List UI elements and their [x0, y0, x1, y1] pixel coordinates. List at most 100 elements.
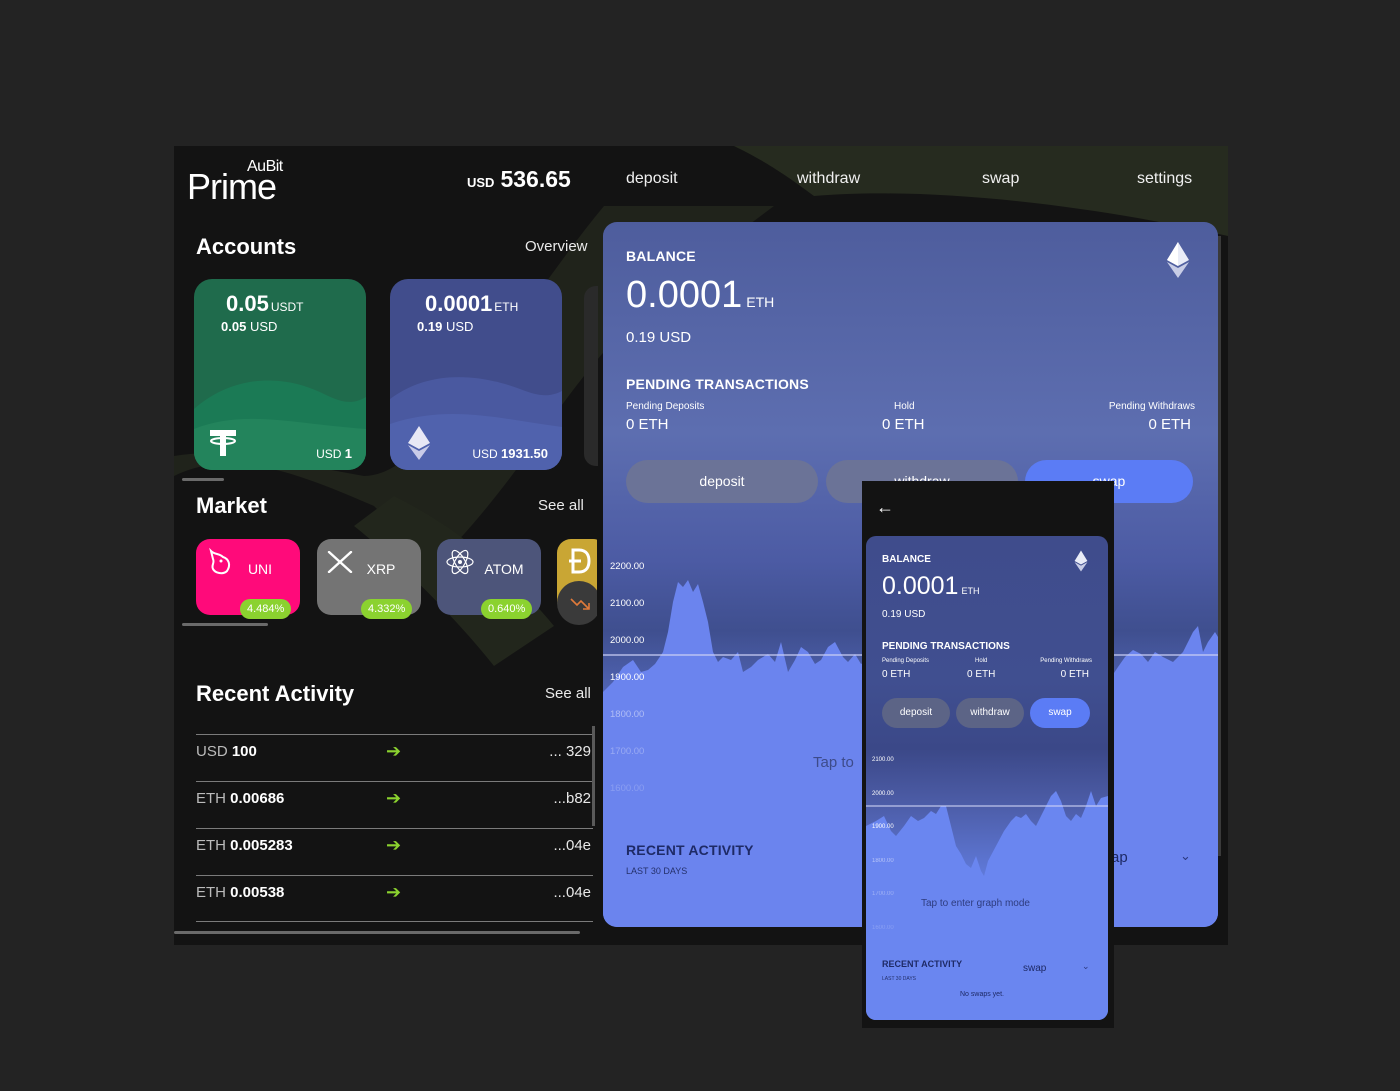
y-tick: 1600.00	[872, 924, 894, 931]
mobile-recent-activity-title: RECENT ACTIVITY	[882, 959, 963, 969]
recent-activity-subtitle: LAST 30 DAYS	[626, 866, 688, 876]
y-axis-ticks: 2200.00 2100.00 2000.00 1900.00 1800.00 …	[610, 548, 644, 807]
mobile-pending-title: PENDING TRANSACTIONS	[882, 641, 1010, 652]
mobile-recent-activity-subtitle: LAST 30 DAYS	[882, 976, 916, 982]
market-see-all-link[interactable]: See all	[538, 497, 584, 514]
mobile-empty-state: No swaps yet.	[960, 991, 1004, 998]
mobile-tap-hint: Tap to enter graph mode	[921, 898, 1030, 909]
balance-amount: 0.0001 ETH	[626, 274, 775, 316]
activity-see-all-link[interactable]: See all	[545, 685, 591, 702]
dogecoin-icon	[569, 548, 591, 574]
market-card-uni[interactable]: UNI 4.484%	[196, 539, 300, 619]
account-foot: USD 1	[316, 446, 352, 461]
unicorn-icon	[209, 547, 231, 575]
mobile-swap-button[interactable]: swap	[1030, 698, 1090, 728]
account-amount: 0.05 USDT	[226, 291, 304, 316]
market-coin-name: ATOM	[484, 561, 524, 577]
mobile-hold-label: Hold	[975, 658, 988, 664]
pending-deposits-value: 0 ETH	[626, 416, 669, 433]
y-tick: 1700.00	[610, 746, 645, 757]
pending-withdraws-label: Pending Withdraws	[1108, 401, 1195, 412]
tether-icon	[210, 430, 236, 456]
horizontal-scrollbar[interactable]	[174, 931, 580, 934]
accounts-title: Accounts	[196, 234, 297, 259]
total-currency: USD	[467, 175, 495, 190]
nav-settings[interactable]: settings	[1137, 170, 1192, 188]
ethereum-icon	[408, 426, 430, 460]
market-card-xrp[interactable]: XRP 4.332%	[317, 539, 421, 619]
chevron-down-icon[interactable]: ⌄	[1180, 848, 1191, 864]
arrow-right-icon: ➔	[386, 835, 402, 855]
arrow-right-icon: ➔	[386, 741, 402, 761]
account-card-usdt[interactable]: 0.05 USDT 0.05 USD USD 1	[194, 279, 366, 470]
activity-row[interactable]: ETH 0.00538 ➔ ...04e	[196, 875, 593, 922]
accounts-scrollbar[interactable]	[182, 478, 224, 481]
ethereum-icon	[1074, 550, 1088, 572]
mobile-pending-deposits-value: 0 ETH	[882, 669, 911, 680]
panel-scrollbar[interactable]	[1218, 236, 1221, 856]
atom-icon	[446, 549, 474, 575]
activity-row[interactable]: USD 100 ➔ ... 329	[196, 734, 593, 781]
market-change-badge: 4.332%	[361, 599, 413, 619]
account-card-peek	[584, 286, 598, 466]
account-usd: 0.05 USD	[221, 319, 278, 334]
market-change-badge: 4.484%	[240, 599, 292, 619]
chevron-down-icon[interactable]: ⌄	[1082, 961, 1090, 972]
y-tick: 2100.00	[610, 598, 645, 609]
back-arrow-icon[interactable]: ←	[876, 497, 894, 518]
mobile-screen: ← BALANCE 0.0001 ETH 0.19 USD PENDING TR…	[862, 481, 1114, 1028]
activity-row[interactable]: ETH 0.00686 ➔ ...b82	[196, 781, 593, 828]
mobile-withdraw-button[interactable]: withdraw	[956, 698, 1024, 728]
market-title: Market	[196, 493, 267, 518]
market-coin-name: XRP	[366, 561, 396, 577]
nav-swap[interactable]: swap	[982, 170, 1019, 188]
y-tick: 1900.00	[610, 672, 645, 683]
market-card-atom[interactable]: ATOM 0.640%	[437, 539, 541, 619]
mobile-balance-amount: 0.0001 ETH	[882, 572, 980, 600]
account-usd: 0.19 USD	[417, 319, 474, 334]
nav-deposit[interactable]: deposit	[626, 170, 678, 188]
mobile-swap-filter[interactable]: swap	[1023, 963, 1046, 974]
account-foot: USD 1931.50	[472, 446, 548, 461]
y-tick: 2000.00	[872, 790, 894, 797]
mobile-pending-withdraws-value: 0 ETH	[1060, 669, 1089, 680]
y-tick: 2000.00	[610, 635, 645, 646]
account-card-eth[interactable]: 0.0001 ETH 0.19 USD USD 1931.50	[390, 279, 562, 470]
top-bar: AuBit Prime USD 536.65 deposit withdraw …	[174, 146, 1228, 216]
y-tick: 1800.00	[872, 857, 894, 864]
trend-down-icon	[557, 581, 597, 625]
y-tick: 1900.00	[872, 824, 894, 830]
mobile-balance-panel: BALANCE 0.0001 ETH 0.19 USD PENDING TRAN…	[866, 536, 1108, 1020]
hold-label: Hold	[894, 401, 915, 412]
logo-big-text: Prime	[187, 166, 277, 207]
y-tick: 1800.00	[610, 709, 645, 720]
hold-value: 0 ETH	[882, 416, 925, 433]
nav-withdraw[interactable]: withdraw	[797, 170, 860, 188]
market-change-badge: 0.640%	[481, 599, 533, 619]
balance-usd: 0.19 USD	[626, 329, 692, 346]
mobile-hold-value: 0 ETH	[967, 669, 996, 680]
mobile-pending-deposits-label: Pending Deposits	[882, 658, 930, 664]
mobile-deposit-button[interactable]: deposit	[882, 698, 950, 728]
y-tick: 2100.00	[872, 757, 894, 763]
pending-title: PENDING TRANSACTIONS	[626, 376, 809, 392]
recent-activity-title: RECENT ACTIVITY	[626, 842, 754, 858]
mobile-balance-label: BALANCE	[882, 554, 931, 565]
pending-withdraws-value: 0 ETH	[1148, 416, 1191, 433]
xrp-icon	[327, 551, 353, 573]
market-card-doge-peek[interactable]	[557, 539, 597, 626]
balance-label: BALANCE	[626, 248, 696, 264]
aubit-prime-logo[interactable]: AuBit Prime	[187, 158, 307, 208]
y-tick: 2200.00	[610, 561, 645, 572]
tap-hint: Tap to	[813, 754, 854, 771]
ethereum-icon	[1167, 242, 1189, 278]
activity-title: Recent Activity	[196, 681, 355, 706]
arrow-right-icon: ➔	[386, 882, 402, 902]
activity-row[interactable]: ETH 0.005283 ➔ ...04e	[196, 828, 593, 875]
activity-scrollbar[interactable]	[592, 726, 595, 826]
total-balance: USD 536.65	[467, 166, 571, 193]
accounts-overview-link[interactable]: Overview	[525, 238, 588, 255]
market-scrollbar[interactable]	[182, 623, 268, 626]
market-coin-name: UNI	[247, 561, 273, 577]
deposit-button[interactable]: deposit	[626, 460, 818, 503]
